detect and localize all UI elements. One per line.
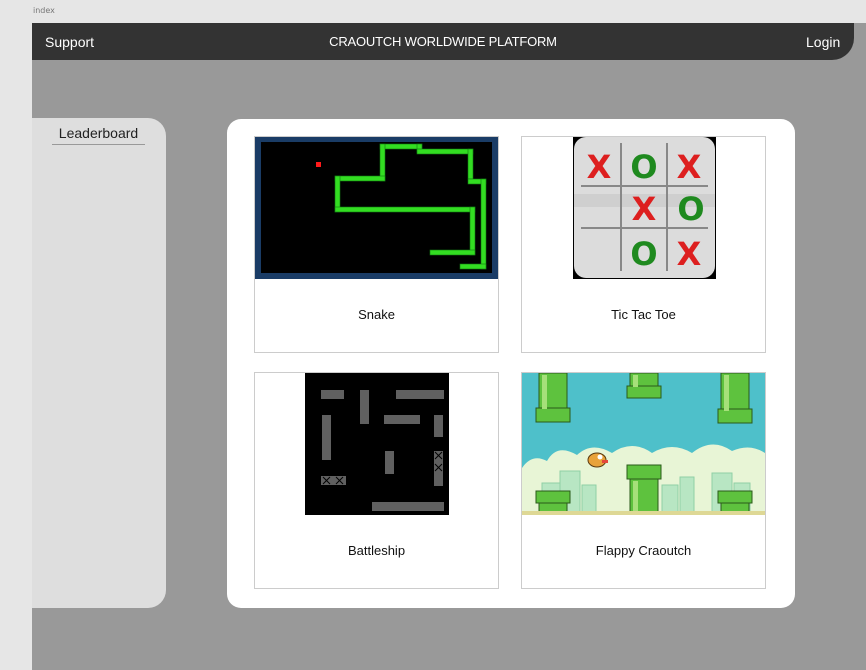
- flappy-bird-thumbnail: [522, 373, 765, 515]
- board-cell-4: X: [632, 190, 657, 228]
- games-panel: Snake X O X X O O X Tic Tac Toe Battlesh…: [227, 119, 795, 608]
- browser-tab-label: index: [33, 6, 55, 15]
- game-card-battleship[interactable]: Battleship: [254, 372, 499, 589]
- snake-game-thumbnail: [255, 137, 498, 279]
- game-title-snake: Snake: [358, 307, 395, 322]
- game-card-snake[interactable]: Snake: [254, 136, 499, 353]
- top-navbar: Support CRAOUTCH WORLDWIDE PLATFORM Logi…: [32, 23, 854, 60]
- board-cell-0: X: [587, 148, 612, 186]
- board-cell-8: X: [677, 235, 702, 273]
- game-card-flappy-craoutch[interactable]: Flappy Craoutch: [521, 372, 766, 589]
- board-cell-1: O: [630, 148, 657, 186]
- game-card-tic-tac-toe[interactable]: X O X X O O X Tic Tac Toe: [521, 136, 766, 353]
- game-title-battleship: Battleship: [347, 543, 406, 558]
- tic-tac-toe-thumbnail: X O X X O O X: [573, 137, 716, 279]
- leaderboard-title[interactable]: Leaderboard: [52, 125, 145, 145]
- board-cell-2: X: [677, 148, 702, 186]
- leaderboard-sidebar: Leaderboard: [32, 118, 166, 608]
- game-title-tic-tac-toe: Tic Tac Toe: [611, 307, 676, 322]
- battleship-thumbnail: [305, 373, 449, 515]
- site-title: CRAOUTCH WORLDWIDE PLATFORM: [329, 34, 557, 49]
- board-cell-7: O: [630, 235, 657, 273]
- page: Support CRAOUTCH WORLDWIDE PLATFORM Logi…: [32, 23, 866, 670]
- login-link[interactable]: Login: [806, 34, 854, 50]
- game-title-flappy-craoutch: Flappy Craoutch: [595, 543, 692, 558]
- board-cell-5: O: [677, 190, 704, 228]
